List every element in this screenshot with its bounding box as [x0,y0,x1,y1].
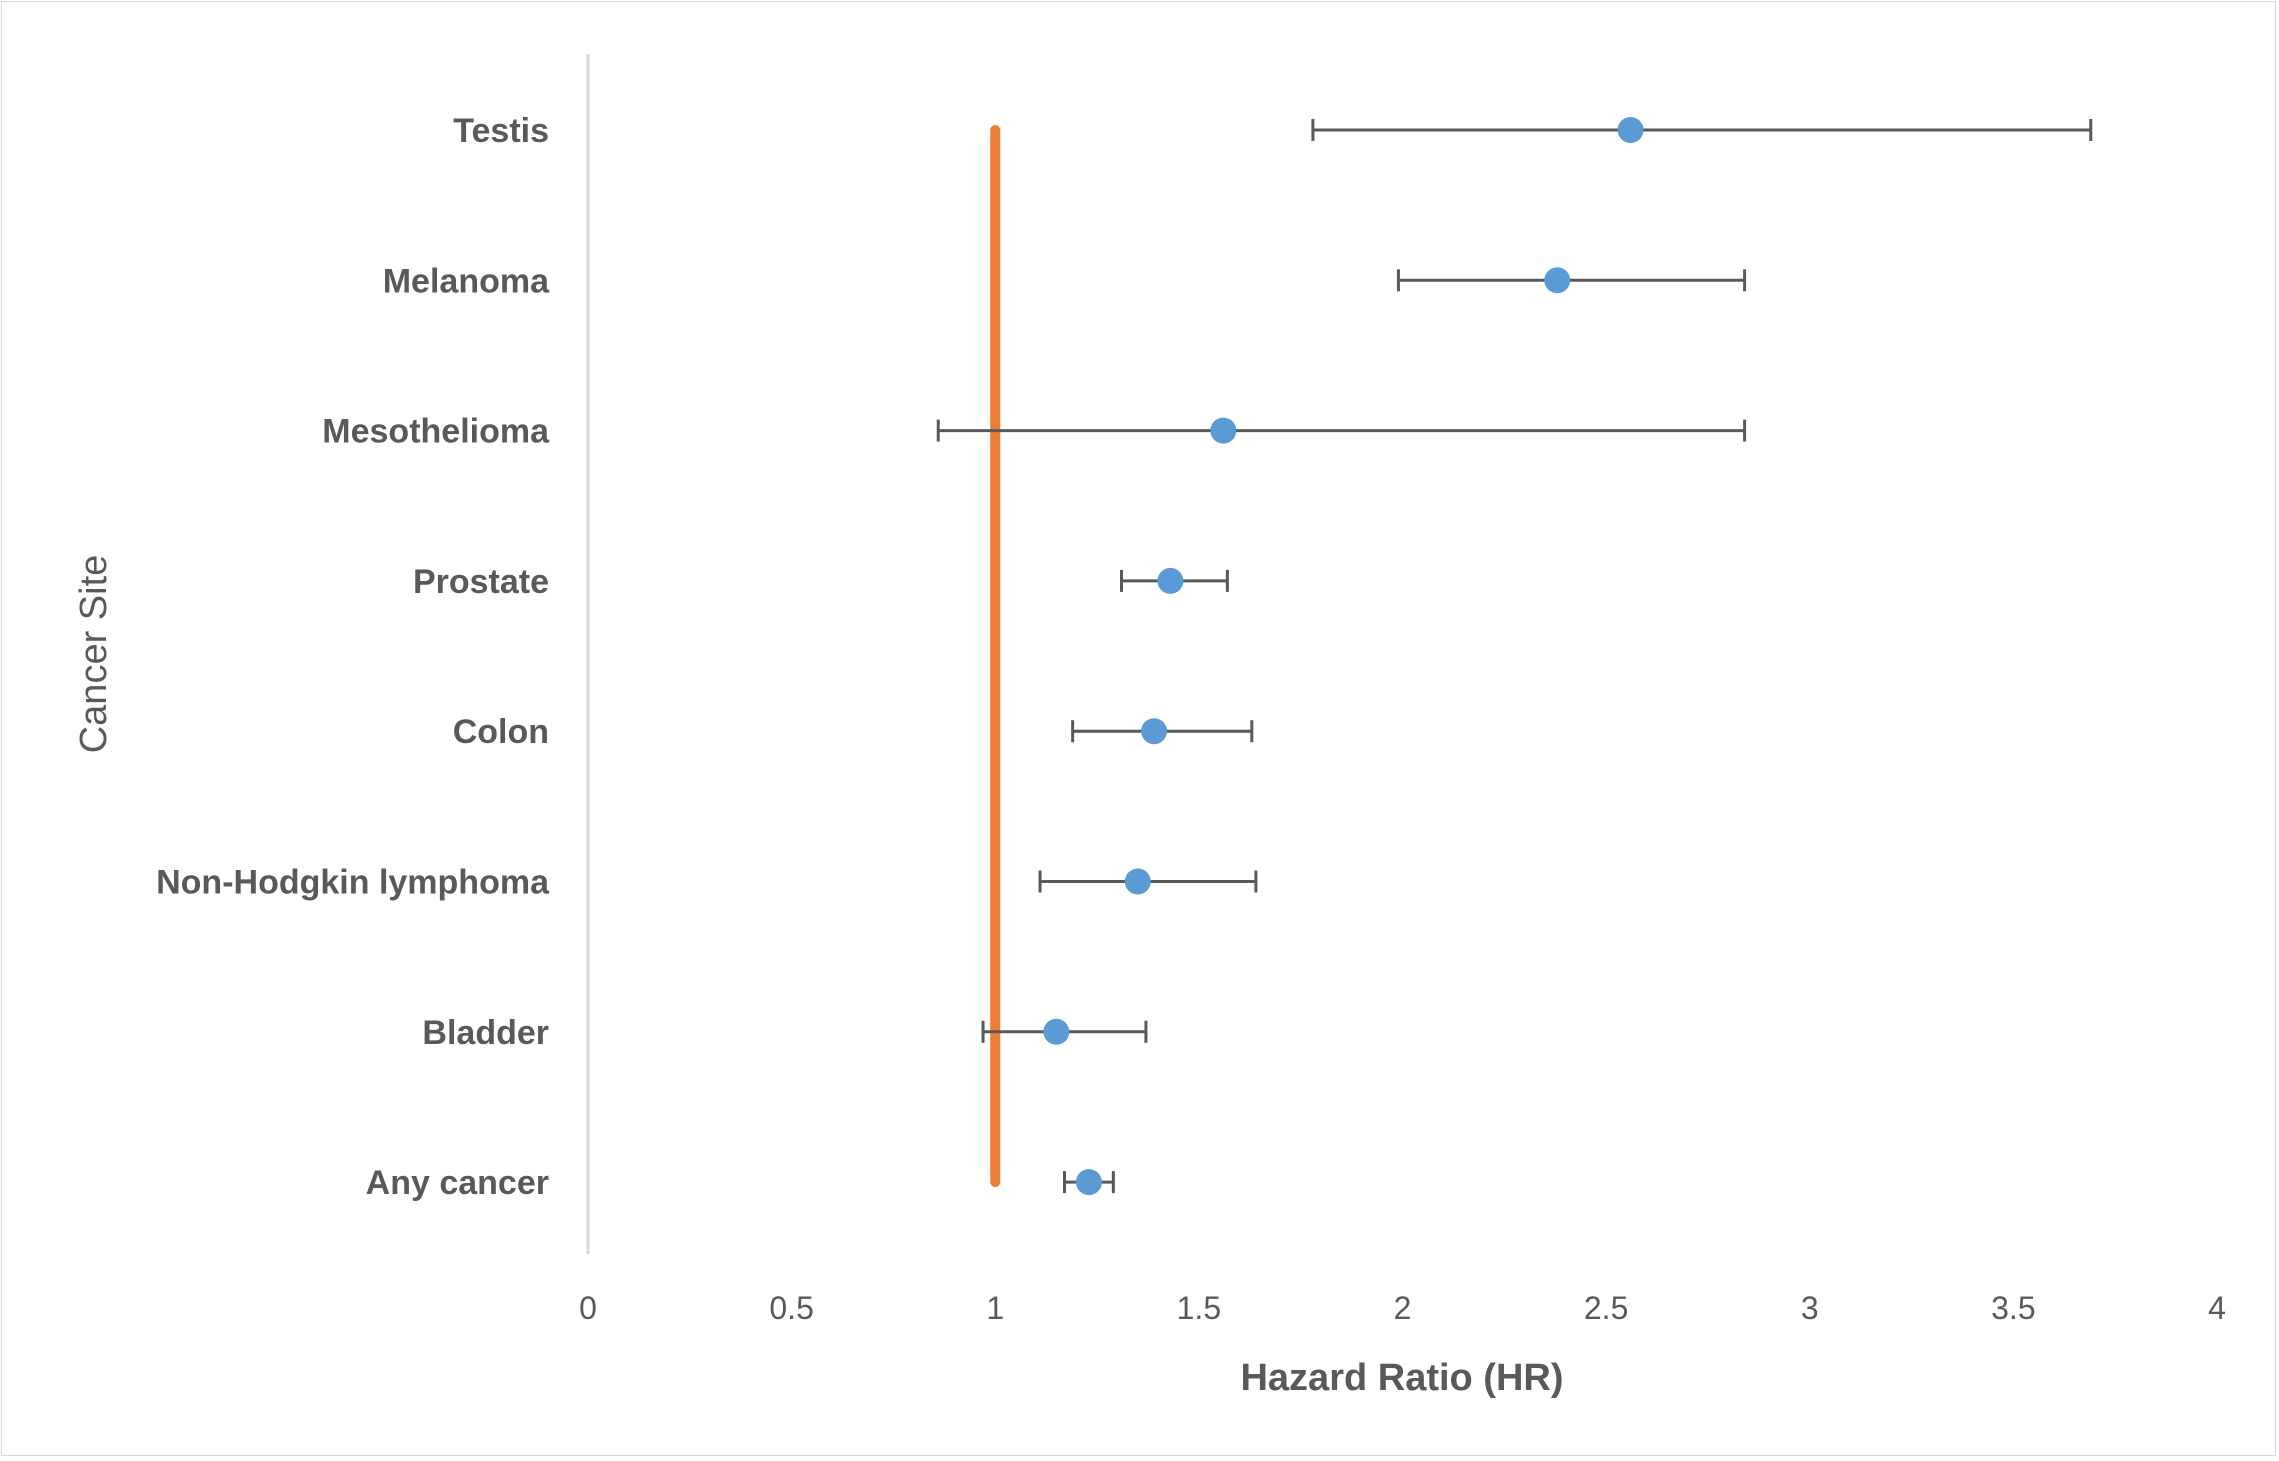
x-tick-label: 0 [579,1290,597,1326]
forest-plot: Testis Melanoma Mesothelioma Prostate Colon N… [73,54,2226,1399]
error-bar [1311,119,2093,141]
category-label: Testis [453,112,549,150]
category-label: Any cancer [366,1164,549,1202]
category-label: Melanoma [383,262,550,300]
x-tick-label: 1.5 [1177,1290,1221,1326]
data-point [1043,1018,1070,1045]
x-axis-label: Hazard Ratio (HR) [1240,1357,1563,1399]
error-bar [936,419,1747,442]
data-point [1075,1169,1102,1196]
data-point [1617,117,1644,143]
category-label: Colon [453,713,549,751]
data-point [1544,267,1571,294]
x-tick-label: 1 [986,1290,1004,1326]
category-label: Prostate [413,563,549,601]
x-tick-label: 0.5 [769,1290,813,1326]
category-label: Mesothelioma [322,413,550,451]
category-label: Non-Hodgkin lymphoma [156,864,550,902]
data-point [1124,868,1151,895]
x-tick-label: 4 [2208,1290,2226,1326]
x-tick-label: 3.5 [1991,1290,2035,1326]
x-tick-label: 2.5 [1584,1290,1628,1326]
data-point [1210,417,1237,444]
category-label: Bladder [422,1014,549,1052]
x-tick-label: 2 [1394,1290,1412,1326]
y-axis-label: Cancer Site [73,555,115,754]
data-point [1157,567,1184,594]
x-tick-label: 3 [1801,1290,1819,1326]
data-point [1141,718,1168,745]
error-bar [1396,269,1747,292]
chart-frame: Testis Melanoma Mesothelioma Prostate Colon N… [1,1,2276,1456]
